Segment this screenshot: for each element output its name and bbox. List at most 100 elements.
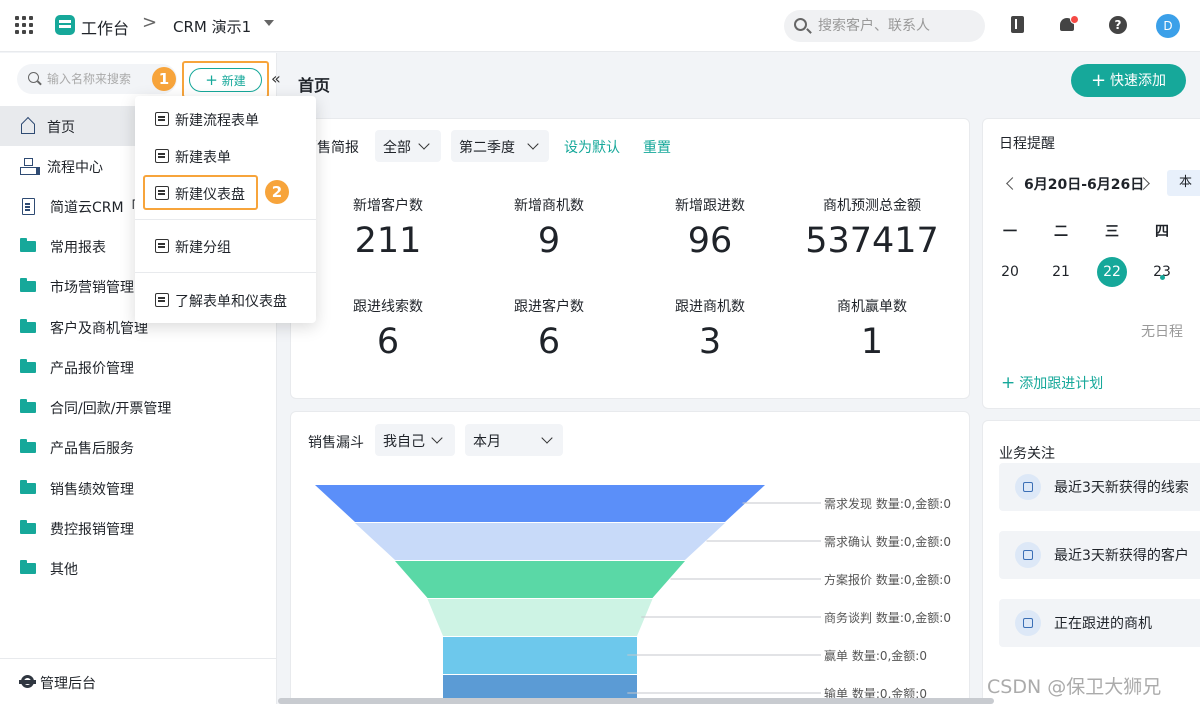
crm-app-name[interactable]: CRM 演示1 — [173, 16, 251, 37]
global-search[interactable] — [784, 10, 985, 42]
sales-funnel-card: 销售漏斗 我自己 本月 需求发现 数量:0,金额:0 需求确认 数量:0,金额:0… — [290, 411, 970, 704]
chevron-down-icon — [527, 138, 539, 150]
menu-new-group[interactable]: 新建分组 — [135, 228, 316, 264]
top-bar: 工作台 > CRM 演示1 D — [0, 0, 1200, 52]
admin-link[interactable]: 管理后台 — [0, 658, 277, 704]
menu-learn-forms[interactable]: 了解表单和仪表盘 — [135, 282, 316, 318]
week-range: 6月20日-6月26日 — [1024, 177, 1145, 193]
help-icon[interactable] — [1108, 15, 1128, 35]
sales-brief-card: 销售简报 全部 第二季度 设为默认 重置 新增客户数 211 新增商机数 9 新… — [290, 118, 970, 399]
sidebar-item-expenses[interactable]: 费控报销管理 — [0, 508, 277, 548]
sidebar-item-label: 产品售后服务 — [50, 441, 134, 457]
stat-value: 3 — [698, 322, 722, 362]
stat-value: 6 — [537, 322, 561, 362]
event-dot — [1160, 275, 1165, 280]
new-button[interactable]: + 新建 — [189, 68, 262, 92]
scope-dropdown[interactable]: 全部 — [375, 130, 441, 162]
stat-followup-customers: 跟进客户数 6 — [469, 296, 629, 362]
sidebar-item-label: 产品报价管理 — [50, 361, 134, 377]
stat-label: 新增商机数 — [514, 198, 584, 214]
stat-value: 96 — [687, 221, 733, 261]
focus-item-recent-leads[interactable]: 最近3天新获得的线索 — [999, 463, 1200, 511]
customer-icon — [1015, 542, 1041, 568]
funnel-stage — [427, 599, 653, 636]
flow-icon — [20, 158, 40, 175]
add-group-icon — [155, 239, 169, 253]
day-cell[interactable]: 23 — [1147, 257, 1177, 287]
stat-label: 商机预测总金额 — [823, 198, 921, 214]
stat-value: 6 — [376, 322, 400, 362]
period-dropdown[interactable]: 第二季度 — [451, 130, 549, 162]
stat-new-followups: 新增跟进数 96 — [630, 195, 790, 261]
add-followup-plan-link[interactable]: + 添加跟进计划 — [1001, 373, 1103, 393]
day-cell-today[interactable]: 22 — [1097, 257, 1127, 287]
stat-value: 9 — [537, 221, 561, 261]
folder-icon — [20, 560, 36, 576]
funnel-stage — [395, 561, 685, 598]
gear-icon — [19, 675, 36, 688]
caret-down-icon[interactable] — [264, 20, 274, 26]
menu-new-flow-form[interactable]: 新建流程表单 — [135, 101, 316, 137]
reset-link[interactable]: 重置 — [643, 137, 671, 157]
sidebar-item-contracts[interactable]: 合同/回款/开票管理 — [0, 387, 277, 427]
book-icon[interactable] — [1008, 15, 1028, 35]
bell-icon[interactable] — [1057, 15, 1079, 35]
search-icon — [28, 72, 39, 83]
day-cell[interactable]: 20 — [995, 257, 1025, 287]
sidebar-item-quotes[interactable]: 产品报价管理 — [0, 347, 277, 387]
focus-item-recent-customers[interactable]: 最近3天新获得的客户 — [999, 531, 1200, 579]
dashboard-item-highlight — [143, 175, 258, 210]
sidebar-item-label: 客户及商机管理 — [50, 321, 148, 337]
plus-icon: + — [205, 71, 218, 89]
sidebar-item-label: 其他 — [50, 562, 78, 578]
scope-value: 全部 — [383, 140, 411, 156]
sidebar-item-label: 合同/回款/开票管理 — [50, 401, 172, 417]
horizontal-scrollbar[interactable] — [278, 698, 994, 704]
menu-divider — [135, 219, 316, 220]
focus-item-label: 最近3天新获得的线索 — [1054, 480, 1189, 496]
sidebar-search-input[interactable] — [47, 70, 167, 88]
stat-followup-leads: 跟进线索数 6 — [308, 296, 468, 362]
step-badge-1: 1 — [152, 67, 176, 91]
stat-new-customers: 新增客户数 211 — [308, 195, 468, 261]
folder-icon — [20, 520, 36, 536]
stat-label: 跟进客户数 — [514, 299, 584, 315]
menu-item-label: 新建流程表单 — [175, 113, 259, 129]
stat-label: 跟进商机数 — [675, 299, 745, 315]
avatar[interactable]: D — [1156, 14, 1180, 38]
breadcrumb-separator: > — [142, 12, 158, 33]
plus-icon: + — [1090, 70, 1107, 91]
page-title: 首页 — [298, 76, 331, 95]
sidebar-item-after-sales[interactable]: 产品售后服务 — [0, 427, 277, 467]
app-name[interactable]: 工作台 — [81, 15, 129, 39]
period-value: 第二季度 — [459, 140, 515, 156]
folder-icon — [20, 480, 36, 496]
collapse-sidebar-icon[interactable]: « — [271, 69, 281, 88]
global-search-input[interactable] — [818, 16, 978, 36]
new-button-label: 新建 — [221, 74, 246, 88]
quick-add-button[interactable]: + 快速添加 — [1071, 64, 1186, 97]
chevron-left-icon[interactable] — [1006, 177, 1019, 190]
focus-item-label: 正在跟进的商机 — [1054, 616, 1152, 632]
funnel-stage-label: 方案报价 数量:0,金额:0 — [824, 573, 951, 587]
this-week-button[interactable]: 本 — [1167, 170, 1200, 196]
day-cell[interactable]: 21 — [1046, 257, 1076, 287]
sidebar-item-performance[interactable]: 销售绩效管理 — [0, 468, 277, 508]
set-default-link[interactable]: 设为默认 — [564, 137, 620, 157]
sidebar-item-other[interactable]: 其他 — [0, 548, 277, 588]
chevron-down-icon — [418, 138, 430, 150]
plus-icon: + — [1001, 373, 1016, 393]
folder-icon — [20, 238, 36, 254]
stat-label: 新增客户数 — [353, 198, 423, 214]
folder-icon — [20, 319, 36, 335]
watermark: CSDN @保卫大狮兄 — [987, 676, 1162, 698]
app-grid-icon[interactable] — [15, 16, 33, 34]
focus-item-active-opportunities[interactable]: 正在跟进的商机 — [999, 599, 1200, 647]
menu-new-form[interactable]: 新建表单 — [135, 138, 316, 174]
search-icon — [794, 18, 807, 31]
weekday-tue: 二 — [1054, 224, 1068, 240]
menu-item-label: 了解表单和仪表盘 — [175, 294, 287, 310]
stat-label: 新增跟进数 — [675, 198, 745, 214]
business-focus-card: 业务关注 最近3天新获得的线索 最近3天新获得的客户 正在跟进的商机 — [982, 420, 1200, 704]
folder-icon — [20, 439, 36, 455]
